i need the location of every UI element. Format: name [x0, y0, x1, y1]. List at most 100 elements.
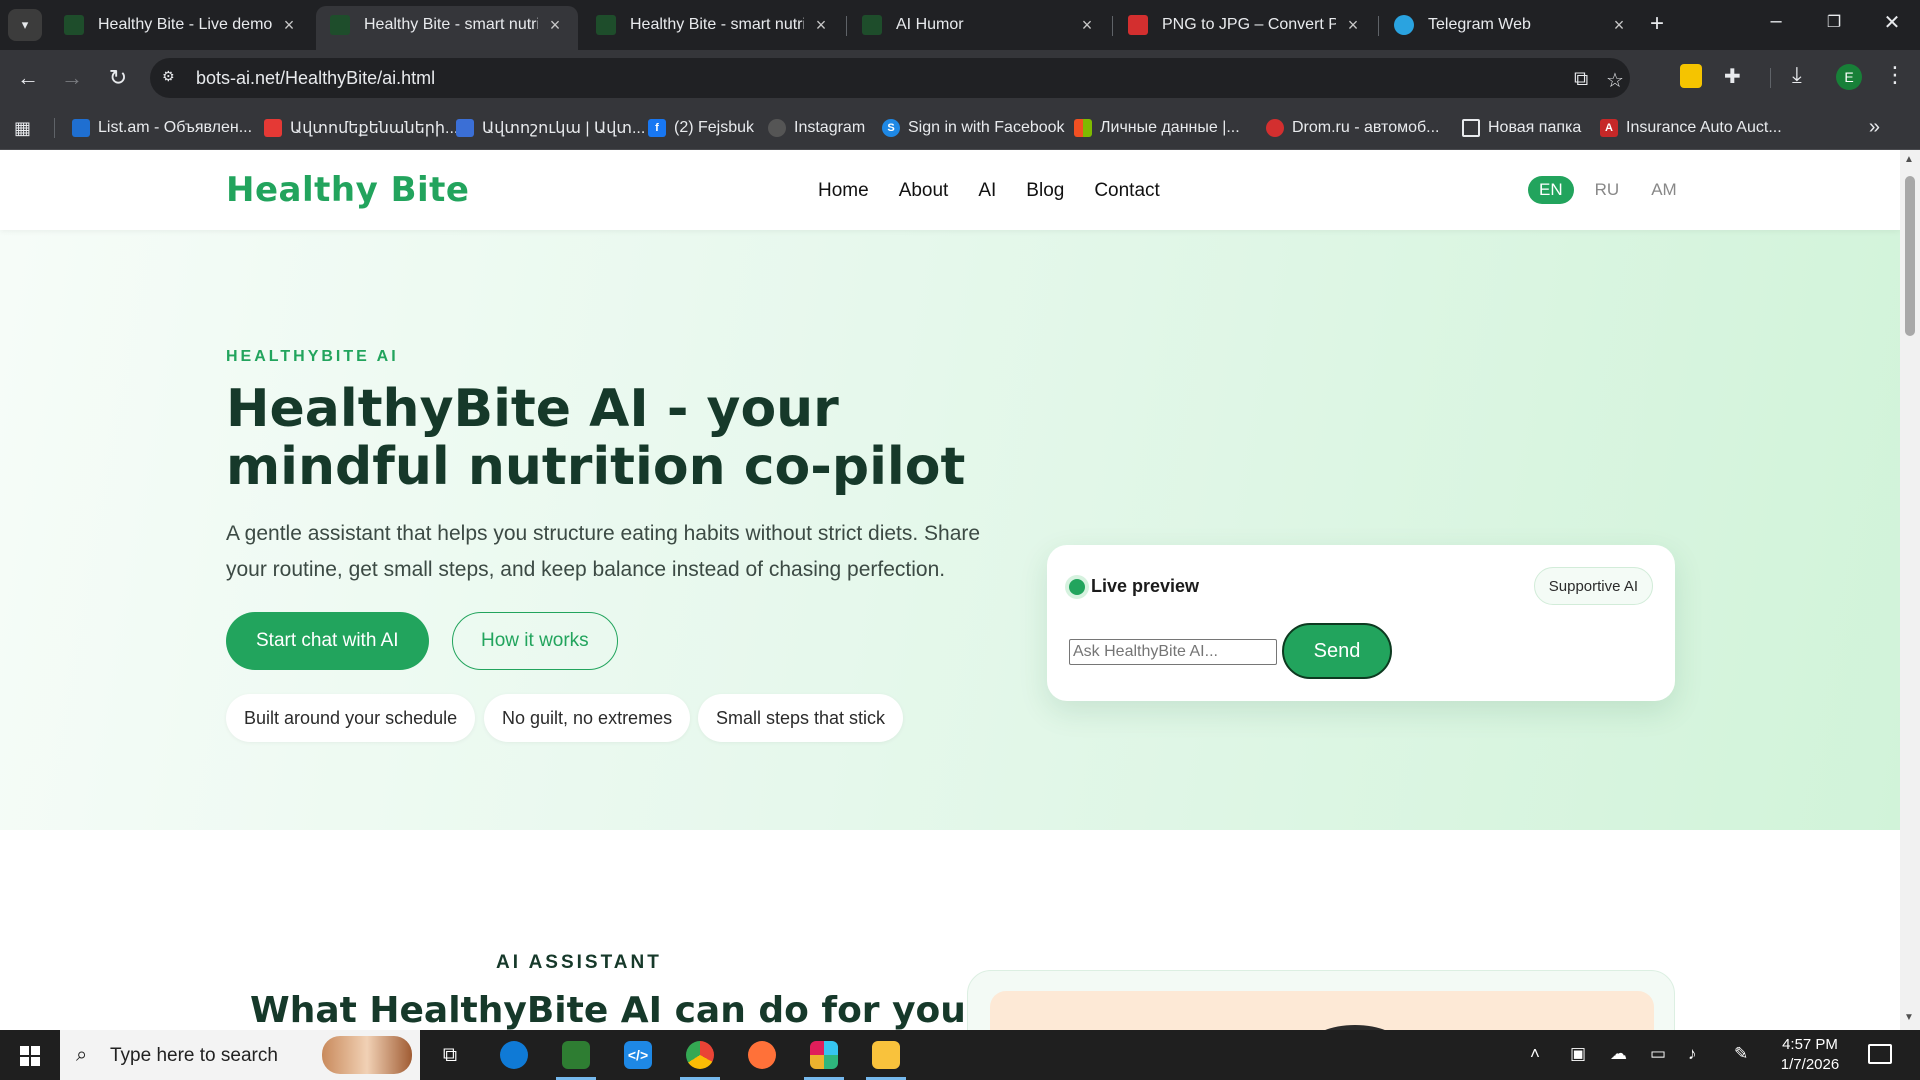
new-tab-plus-icon[interactable]: +: [1650, 12, 1664, 36]
tab-separator: [1378, 16, 1379, 36]
nav-home[interactable]: Home: [818, 180, 869, 202]
tab-search-button[interactable]: ▾: [8, 9, 42, 41]
bookmark-star-icon[interactable]: ☆: [1606, 68, 1624, 93]
facebook-icon: f: [648, 119, 666, 137]
browser-tab[interactable]: AI Humor ×: [848, 6, 1110, 44]
clock-date: 1/7/2026: [1780, 1056, 1840, 1073]
lang-ru[interactable]: RU: [1584, 176, 1631, 204]
ask-ai-input[interactable]: [1069, 639, 1277, 665]
slack-icon[interactable]: [794, 1030, 854, 1080]
browser-tab-active[interactable]: Healthy Bite - smart nutrition ×: [316, 6, 578, 50]
forward-arrow-icon[interactable]: →: [58, 64, 86, 92]
browser-tab-strip: ▾ Healthy Bite - Live demo | AI × Health…: [0, 0, 1920, 50]
bookmarks-overflow-icon[interactable]: »: [1869, 116, 1880, 139]
nav-contact[interactable]: Contact: [1094, 180, 1159, 202]
feature-chip: Built around your schedule: [226, 694, 476, 742]
restore-icon[interactable]: ❐: [1814, 12, 1854, 32]
pen-icon[interactable]: ✎: [1734, 1044, 1748, 1064]
system-clock[interactable]: 4:57 PM 1/7/2026: [1760, 1035, 1860, 1075]
browser-tab[interactable]: Healthy Bite - Live demo | AI ×: [50, 6, 312, 44]
how-it-works-button[interactable]: How it works: [452, 612, 618, 670]
bookmark-label: Новая папка: [1488, 119, 1582, 136]
site-info-icon[interactable]: ⚙: [162, 68, 182, 88]
taskbar-search[interactable]: ⌕ Type here to search: [60, 1030, 420, 1080]
extensions-puzzle-icon[interactable]: ✚: [1724, 64, 1741, 89]
battery-icon[interactable]: ▭: [1650, 1044, 1666, 1064]
windows-start-icon[interactable]: [20, 1046, 40, 1066]
page-scrollbar[interactable]: ▲ ▼: [1900, 150, 1920, 1030]
profile-avatar[interactable]: E: [1836, 64, 1862, 90]
bookmark-sign-in-facebook[interactable]: S Sign in with Facebook: [882, 116, 1065, 140]
site-logo[interactable]: Healthy Bite: [226, 170, 469, 210]
live-status-dot-icon: [1069, 579, 1085, 595]
close-icon[interactable]: ×: [546, 15, 564, 36]
window-close-icon[interactable]: ✕: [1872, 10, 1912, 35]
volume-icon[interactable]: ♪: [1688, 1044, 1697, 1064]
illustration-panel: [990, 991, 1654, 1030]
healthy-bite-favicon-icon: [330, 15, 350, 35]
browser-toolbar: ← → ↻ ⚙ bots-ai.net/HealthyBite/ai.html …: [0, 50, 1920, 106]
notification-icon[interactable]: [1868, 1044, 1892, 1064]
scrollbar-thumb[interactable]: [1905, 176, 1915, 336]
feature-chip: No guilt, no extremes: [484, 694, 691, 742]
extension-icon[interactable]: [1680, 64, 1702, 88]
reload-icon[interactable]: ↻: [104, 64, 132, 92]
tab-title: Telegram Web: [1428, 16, 1531, 33]
ai-assistant-section: AI ASSISTANT What HealthyBite AI can do …: [0, 830, 1900, 1030]
terminal-app-icon[interactable]: [546, 1030, 606, 1080]
close-icon[interactable]: ×: [1078, 15, 1096, 36]
start-chat-button[interactable]: Start chat with AI: [226, 612, 429, 670]
nav-ai[interactable]: AI: [978, 180, 996, 202]
bookmark-facebook[interactable]: f (2) Fejsbuk: [648, 116, 754, 140]
firefox-icon[interactable]: [732, 1030, 792, 1080]
lang-am[interactable]: AM: [1640, 176, 1688, 204]
bookmark-drom[interactable]: Drom.ru - автомоб...: [1266, 116, 1440, 140]
tab-separator: [1112, 16, 1113, 36]
bookmark-list-am[interactable]: List.am - Объявлен...: [72, 116, 252, 140]
bookmark-instagram[interactable]: Instagram: [768, 116, 865, 140]
tray-chevron-up-icon[interactable]: ˄: [1530, 1044, 1540, 1064]
close-icon[interactable]: ×: [812, 15, 830, 36]
translate-icon[interactable]: ⧉: [1574, 68, 1588, 91]
address-bar[interactable]: ⚙ bots-ai.net/HealthyBite/ai.html ⧉ ☆: [150, 58, 1630, 98]
back-arrow-icon[interactable]: ←: [14, 64, 42, 92]
bookmark-label: Ավտոշուկա | Ավտ...: [482, 120, 646, 137]
browser-tab[interactable]: PNG to JPG – Convert PNG ×: [1114, 6, 1376, 44]
bookmark-autoshuka[interactable]: Ավտոշուկա | Ավտ...: [456, 116, 645, 140]
nav-about[interactable]: About: [899, 180, 949, 202]
lang-en[interactable]: EN: [1528, 176, 1574, 204]
task-view-icon[interactable]: ⧉: [420, 1030, 480, 1080]
bookmark-personal-data[interactable]: Личные данные |...: [1074, 116, 1240, 140]
chrome-icon[interactable]: [670, 1030, 730, 1080]
minimize-icon[interactable]: –: [1756, 10, 1796, 33]
hero-lead: A gentle assistant that helps you struct…: [226, 522, 981, 581]
close-icon[interactable]: ×: [1610, 15, 1628, 36]
bookmarks-divider: [54, 118, 55, 138]
bookmark-new-folder[interactable]: Новая папка: [1462, 116, 1581, 140]
apps-grid-icon[interactable]: ▦: [14, 118, 31, 139]
auto-site-icon: [264, 119, 282, 137]
url-text[interactable]: bots-ai.net/HealthyBite/ai.html: [196, 68, 435, 89]
close-icon[interactable]: ×: [1344, 15, 1362, 36]
microsoft-icon: [1074, 119, 1092, 137]
close-icon[interactable]: ×: [280, 15, 298, 36]
bookmark-label: Ավտոմեքենաների...: [290, 120, 459, 137]
bookmark-auto[interactable]: Ավտոմեքենաների...: [264, 116, 458, 140]
onedrive-icon[interactable]: ☁: [1610, 1044, 1627, 1064]
bookmarks-bar: ▦ List.am - Объявлен... Ավտոմեքենաների..…: [0, 106, 1920, 150]
send-button[interactable]: Send: [1282, 623, 1392, 679]
browser-tab[interactable]: Telegram Web ×: [1380, 6, 1642, 44]
edge-icon[interactable]: [484, 1030, 544, 1080]
bookmark-insurance-auto[interactable]: A Insurance Auto Auct...: [1600, 116, 1782, 140]
scroll-down-arrow-icon[interactable]: ▼: [1904, 1012, 1914, 1023]
meet-now-icon[interactable]: ▣: [1570, 1044, 1586, 1064]
browser-tab[interactable]: Healthy Bite - smart nutrition ×: [582, 6, 844, 44]
nav-blog[interactable]: Blog: [1026, 180, 1064, 202]
scroll-up-arrow-icon[interactable]: ▲: [1904, 154, 1914, 165]
vscode-icon[interactable]: </>: [608, 1030, 668, 1080]
download-icon[interactable]: ⤓: [1792, 62, 1802, 88]
folder-icon: [1462, 119, 1480, 137]
bookmark-label: Sign in with Facebook: [908, 119, 1065, 136]
file-explorer-icon[interactable]: [856, 1030, 916, 1080]
kebab-menu-icon[interactable]: ⋮: [1884, 62, 1906, 88]
